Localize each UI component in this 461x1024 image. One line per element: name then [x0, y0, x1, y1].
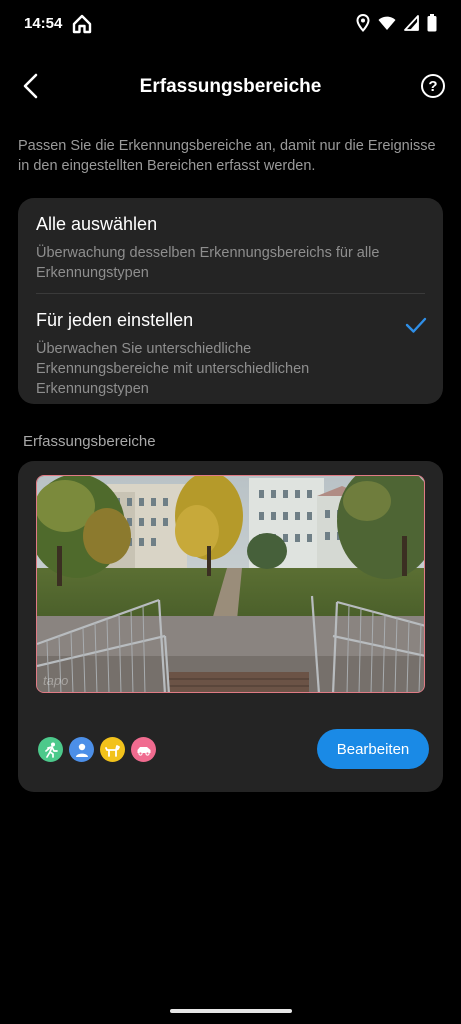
- navigation-handle[interactable]: [170, 1009, 292, 1013]
- status-time: 14:54: [24, 15, 63, 32]
- option-select-all[interactable]: Alle auswählen Überwachung desselben Erk…: [36, 214, 425, 283]
- header: Erfassungsbereiche ?: [0, 58, 461, 114]
- vehicle-icon: [131, 737, 156, 762]
- divider: [36, 293, 425, 294]
- option-subtitle: Überwachen Sie unterschiedliche Erkennun…: [36, 341, 310, 397]
- signal-icon: [404, 15, 419, 31]
- person-icon: [69, 737, 94, 762]
- camera-scene-image: [37, 476, 424, 692]
- option-title: Alle auswählen: [36, 214, 158, 234]
- page-description: Passen Sie die Erkennungsbereiche an, da…: [18, 138, 436, 174]
- camera-snapshot[interactable]: tapo: [36, 475, 425, 693]
- section-label: Erfassungsbereiche: [23, 433, 156, 450]
- edit-button[interactable]: Bearbeiten: [317, 729, 429, 769]
- option-title: Für jeden einstellen: [36, 310, 194, 330]
- help-icon: ?: [428, 77, 438, 95]
- detection-areas-card: tapo Bearbeiten: [18, 461, 443, 792]
- status-bar: 14:54: [0, 0, 461, 52]
- help-button[interactable]: ?: [421, 74, 445, 98]
- pet-icon: [100, 737, 125, 762]
- battery-icon: [427, 14, 437, 32]
- detection-type-icons: [38, 737, 156, 762]
- checkmark-icon: [405, 317, 427, 333]
- camera-watermark: tapo: [43, 673, 69, 688]
- options-card: Alle auswählen Überwachung desselben Erk…: [18, 198, 443, 404]
- home-icon: [72, 14, 92, 34]
- wifi-icon: [378, 16, 396, 30]
- option-set-each[interactable]: Für jeden einstellen Überwachen Sie unte…: [36, 310, 425, 399]
- location-icon: [356, 14, 370, 32]
- option-subtitle: Überwachung desselben Erkennungsbereichs…: [36, 245, 380, 281]
- page-title: Erfassungsbereiche: [139, 76, 322, 97]
- motion-icon: [38, 737, 63, 762]
- status-icons: [356, 14, 437, 32]
